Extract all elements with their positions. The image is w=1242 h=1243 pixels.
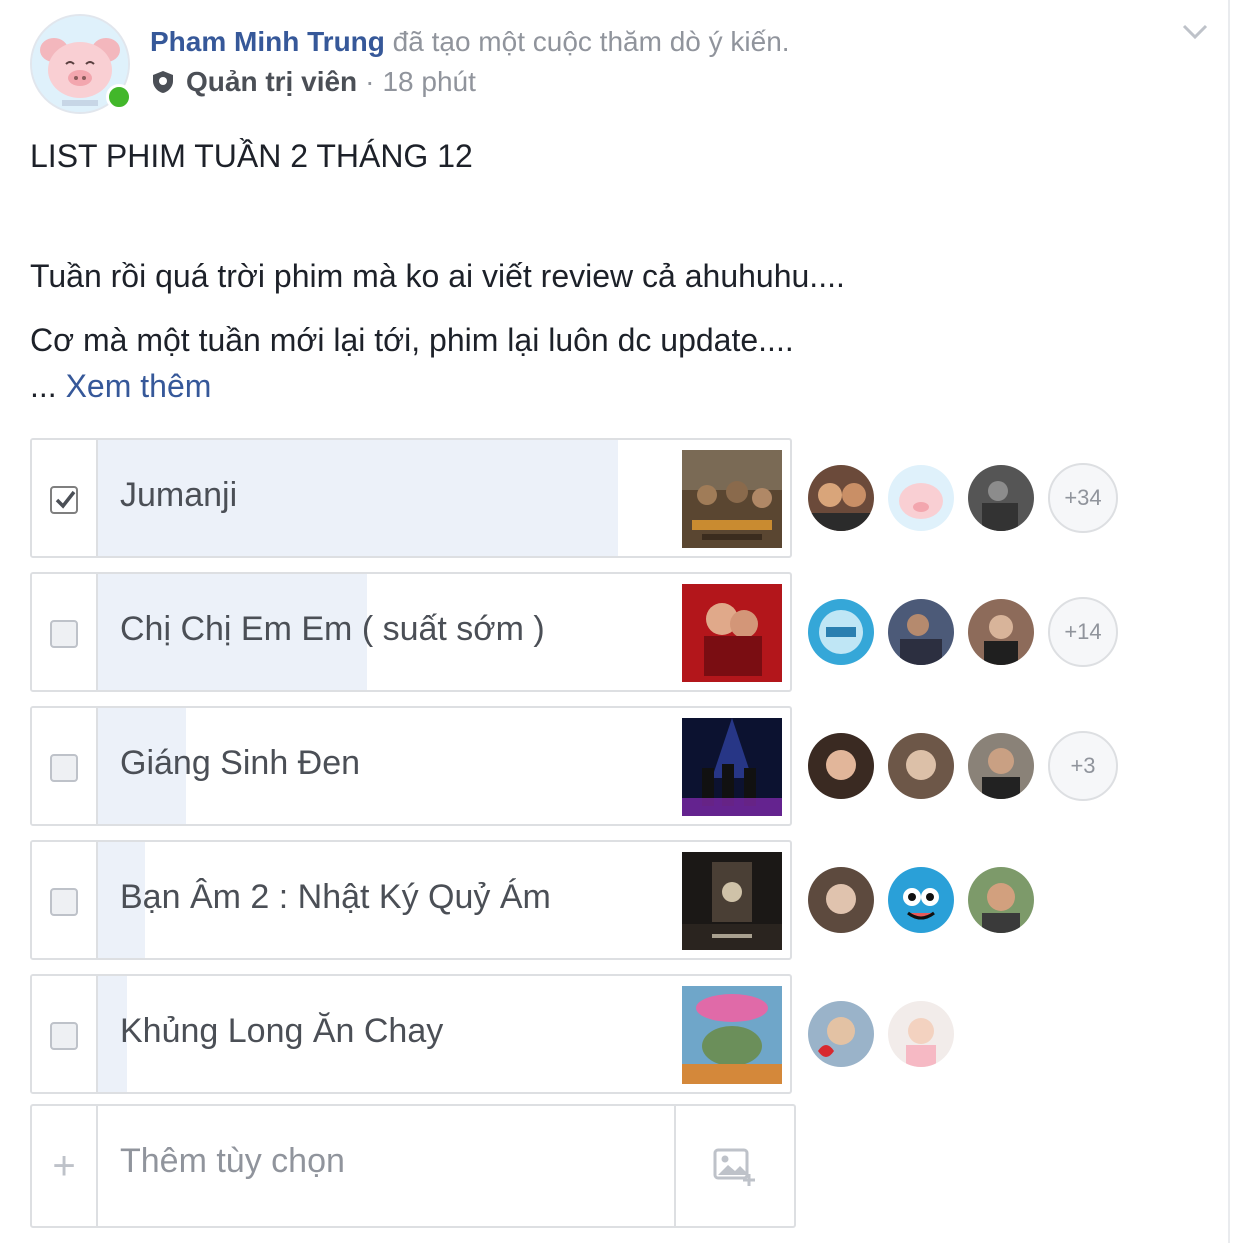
extra-voters-count[interactable]: +34 bbox=[1048, 463, 1118, 533]
post-text-line-2: Cơ mà một tuần mới lại tới, phim lại luô… bbox=[30, 322, 794, 358]
voter-avatar[interactable] bbox=[886, 999, 956, 1069]
shield-icon bbox=[153, 71, 173, 93]
option-checkbox-cell bbox=[32, 574, 98, 690]
voter-avatar[interactable] bbox=[886, 865, 956, 935]
see-more-link[interactable]: Xem thêm bbox=[66, 368, 212, 404]
post-text-line-1: Tuần rồi quá trời phim mà ko ai viết rev… bbox=[30, 258, 845, 294]
voter-avatar[interactable] bbox=[966, 731, 1036, 801]
post-meta: Quản trị viên · 18 phút bbox=[150, 66, 476, 98]
add-photo-button[interactable] bbox=[674, 1106, 794, 1226]
voter-avatar[interactable] bbox=[886, 463, 956, 533]
voter-avatar[interactable] bbox=[806, 999, 876, 1069]
voter-avatars: +14 bbox=[806, 597, 1118, 667]
voter-avatar[interactable] bbox=[806, 597, 876, 667]
option-label: Bạn Âm 2 : Nhật Ký Quỷ Ám bbox=[120, 878, 551, 916]
add-photo-icon bbox=[713, 1148, 755, 1186]
voter-avatars bbox=[806, 999, 966, 1069]
poll-option-khung-long-an-chay[interactable]: Khủng Long Ăn Chay bbox=[30, 974, 792, 1094]
option-thumbnail bbox=[682, 986, 782, 1084]
chevron-down-icon[interactable] bbox=[1180, 22, 1210, 42]
post-timestamp-link[interactable]: 18 phút bbox=[382, 66, 475, 98]
option-label: Khủng Long Ăn Chay bbox=[120, 1012, 444, 1050]
poll-option-ban-am-2[interactable]: Bạn Âm 2 : Nhật Ký Quỷ Ám bbox=[30, 840, 792, 960]
option-checkbox-cell bbox=[32, 708, 98, 824]
voter-avatars: +34 bbox=[806, 463, 1118, 533]
post-title: LIST PHIM TUẦN 2 THÁNG 12 bbox=[30, 138, 473, 174]
poll-option-jumanji[interactable]: Jumanji bbox=[30, 438, 792, 558]
add-option-placeholder[interactable]: Thêm tùy chọn bbox=[120, 1142, 345, 1181]
option-thumbnail bbox=[682, 450, 782, 548]
voter-avatars bbox=[806, 865, 1046, 935]
poll-option-chi-chi-em-em[interactable]: Chị Chị Em Em ( suất sớm ) bbox=[30, 572, 792, 692]
voter-avatar[interactable] bbox=[806, 731, 876, 801]
feed-edge bbox=[1228, 0, 1230, 1243]
voter-avatar[interactable] bbox=[806, 463, 876, 533]
option-checkbox-cell bbox=[32, 976, 98, 1092]
option-checkbox[interactable] bbox=[50, 754, 78, 782]
option-checkbox-cell bbox=[32, 842, 98, 958]
voter-avatar[interactable] bbox=[966, 865, 1036, 935]
see-more: ... Xem thêm bbox=[30, 368, 211, 405]
option-thumbnail bbox=[682, 718, 782, 816]
option-thumbnail bbox=[682, 584, 782, 682]
option-thumbnail bbox=[682, 852, 782, 950]
poll-option-giang-sinh-den[interactable]: Giáng Sinh Đen bbox=[30, 706, 792, 826]
option-label: Jumanji bbox=[120, 476, 238, 514]
option-checkbox[interactable] bbox=[50, 620, 78, 648]
add-option-field[interactable]: + Thêm tùy chọn bbox=[30, 1104, 796, 1228]
voter-avatar[interactable] bbox=[886, 731, 956, 801]
voter-avatar[interactable] bbox=[806, 865, 876, 935]
post-header: Pham Minh Trung đã tạo một cuộc thăm dò … bbox=[150, 26, 790, 58]
extra-voters-count[interactable]: +3 bbox=[1048, 731, 1118, 801]
voter-avatar[interactable] bbox=[966, 597, 1036, 667]
voter-avatars: +3 bbox=[806, 731, 1118, 801]
ellipsis-text: ... bbox=[30, 368, 57, 404]
option-label: Chị Chị Em Em ( suất sớm ) bbox=[120, 610, 545, 648]
option-checkbox-cell bbox=[32, 440, 98, 556]
online-status-dot bbox=[106, 84, 132, 110]
plus-icon: + bbox=[32, 1106, 98, 1226]
option-checkbox[interactable] bbox=[50, 888, 78, 916]
option-checkbox[interactable] bbox=[50, 1022, 78, 1050]
voter-avatar[interactable] bbox=[966, 463, 1036, 533]
option-label: Giáng Sinh Đen bbox=[120, 744, 361, 782]
admin-role-label: Quản trị viên bbox=[186, 66, 358, 97]
voter-avatar[interactable] bbox=[886, 597, 956, 667]
extra-voters-count[interactable]: +14 bbox=[1048, 597, 1118, 667]
meta-separator: · bbox=[365, 66, 375, 97]
post-action-text: đã tạo một cuộc thăm dò ý kiến. bbox=[392, 26, 790, 57]
author-name-link[interactable]: Pham Minh Trung bbox=[150, 26, 385, 57]
option-checkbox[interactable] bbox=[50, 486, 78, 514]
